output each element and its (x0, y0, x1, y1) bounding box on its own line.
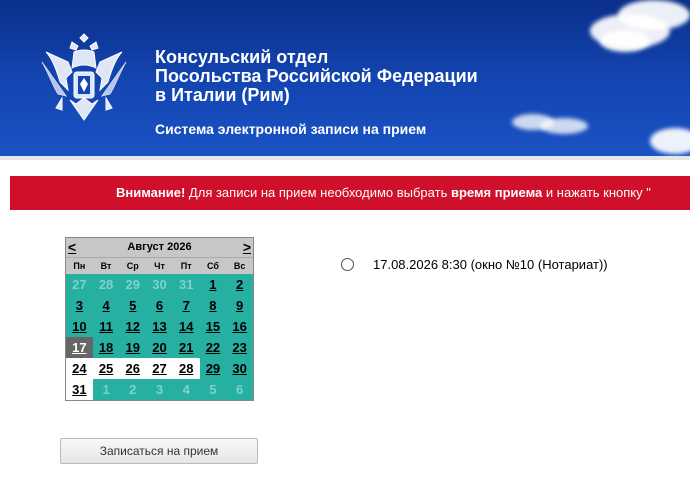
book-appointment-button[interactable]: Записаться на прием (60, 438, 258, 464)
calendar-day[interactable]: 2 (226, 274, 253, 295)
calendar-day[interactable]: 27 (146, 358, 173, 379)
page-title: Консульский отдел Посольства Российской … (155, 48, 478, 105)
header-divider (0, 156, 690, 160)
weekday-label: Чт (154, 261, 165, 271)
calendar-day[interactable]: 31 (66, 379, 93, 400)
weekday-label: Вт (100, 261, 112, 271)
time-slot-radio[interactable] (341, 258, 354, 271)
calendar-day: 1 (92, 379, 120, 400)
calendar-day[interactable]: 8 (199, 295, 227, 316)
calendar-day[interactable]: 22 (199, 337, 227, 358)
warning-bold-start: Внимание! (116, 185, 186, 200)
calendar-day: 29 (119, 274, 147, 295)
calendar-day[interactable]: 18 (92, 337, 120, 358)
calendar-day: 30 (146, 274, 173, 295)
title-line-3: в Италии (Рим) (155, 85, 290, 105)
calendar-day: 31 (172, 274, 200, 295)
calendar-day[interactable]: 20 (146, 337, 173, 358)
weekday-label: Пт (180, 261, 192, 271)
warning-bold-mid: время приема (450, 185, 543, 200)
calendar-day[interactable]: 19 (119, 337, 147, 358)
calendar-day[interactable]: 29 (199, 358, 227, 379)
weekday-label: Ср (126, 261, 139, 271)
date-picker-calendar: < Август 2026 > Пн Вт Ср Чт Пт Сб Вс 27 2… (65, 237, 254, 401)
calendar-day: 27 (66, 274, 93, 295)
page-header: Консульский отдел Посольства Российской … (0, 0, 690, 156)
calendar-day[interactable]: 11 (92, 316, 120, 337)
warning-text: Внимание! Для записи на прием необходимо… (116, 176, 651, 210)
calendar-day: 2 (119, 379, 147, 400)
calendar-day[interactable]: 24 (66, 358, 93, 379)
calendar-day: 3 (146, 379, 173, 400)
calendar-header: < Август 2026 > (66, 238, 253, 257)
calendar-day[interactable]: 4 (92, 295, 120, 316)
weekday-label: Пн (73, 261, 86, 271)
calendar-day[interactable]: 25 (92, 358, 120, 379)
calendar-day[interactable]: 16 (226, 316, 253, 337)
calendar-day[interactable]: 21 (172, 337, 200, 358)
weekday-label: Вс (233, 261, 246, 271)
calendar-day: 28 (92, 274, 120, 295)
warning-text-2: и нажать кнопку " (542, 185, 651, 200)
title-line-1: Консульский отдел (155, 47, 329, 67)
calendar-day: 5 (199, 379, 227, 400)
calendar-day[interactable]: 14 (172, 316, 200, 337)
calendar-day[interactable]: 30 (226, 358, 253, 379)
warning-text-1: Для записи на прием необходимо выбрать (185, 185, 451, 200)
next-month-button[interactable]: > (243, 238, 251, 256)
calendar-day-grid: 27 28 29 30 31 1 2 3 4 5 6 7 8 9 10 11 12 13 14 15 16 17 18 19 2… (66, 274, 253, 400)
calendar-day[interactable]: 9 (226, 295, 253, 316)
calendar-day[interactable]: 7 (172, 295, 200, 316)
calendar-day[interactable]: 28 (172, 358, 200, 379)
calendar-day[interactable]: 6 (146, 295, 173, 316)
calendar-day[interactable]: 13 (146, 316, 173, 337)
calendar-day[interactable]: 15 (199, 316, 227, 337)
calendar-day-selected[interactable]: 17 (66, 337, 93, 358)
time-slot-label: 17.08.2026 8:30 (окно №10 (Нотариат)) (373, 257, 608, 272)
title-line-2: Посольства Российской Федерации (155, 66, 478, 86)
calendar-day[interactable]: 3 (66, 295, 93, 316)
page-subtitle: Система электронной записи на прием (155, 121, 427, 137)
calendar-day[interactable]: 5 (119, 295, 147, 316)
calendar-day: 4 (172, 379, 200, 400)
calendar-day[interactable]: 12 (119, 316, 147, 337)
calendar-month-title: Август 2026 (127, 241, 192, 253)
calendar-day[interactable]: 10 (66, 316, 93, 337)
weekday-label: Сб (206, 261, 219, 271)
calendar-day: 6 (226, 379, 253, 400)
calendar-day[interactable]: 26 (119, 358, 147, 379)
calendar-day[interactable]: 1 (199, 274, 227, 295)
warning-banner: Внимание! Для записи на прием необходимо… (10, 176, 690, 210)
russian-coat-of-arms-icon (41, 33, 127, 121)
calendar-day[interactable]: 23 (226, 337, 253, 358)
weekday-header: Пн Вт Ср Чт Пт Сб Вс (66, 257, 253, 274)
